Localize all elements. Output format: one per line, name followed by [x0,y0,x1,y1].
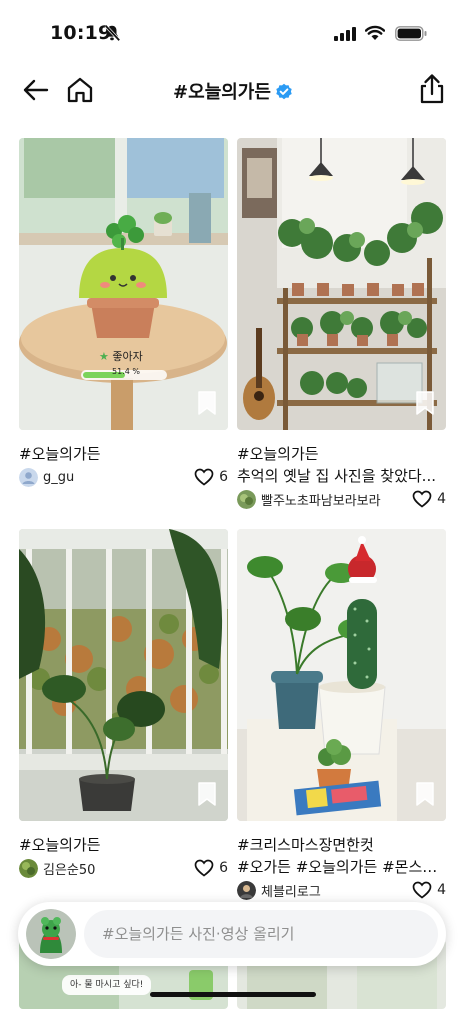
share-icon[interactable] [416,72,448,106]
heart-icon [412,881,432,899]
growth-progress-label: 51.4 % [112,367,140,376]
post-author[interactable]: 빨주노초파남보라보라 [237,490,381,509]
like-button[interactable]: 4 [412,881,446,899]
bookmark-icon[interactable] [196,781,218,807]
author-name: g_gu [43,470,75,485]
avatar [237,490,256,509]
post-tag[interactable]: #오늘의가든 [19,834,101,855]
post-image[interactable] [237,529,446,821]
plant-name-text: 좋아자 [112,350,143,363]
post-image[interactable] [19,529,228,821]
avatar [237,881,256,900]
heart-icon [412,490,432,508]
post-tag[interactable]: #오늘의가든 [237,443,319,464]
post-card[interactable]: ★ 좋아자 51.4 % #오늘의가든 g_gu 6 [19,138,228,498]
post-image[interactable] [237,138,446,430]
like-button[interactable]: 6 [194,859,228,877]
battery-icon [395,26,427,41]
post-author[interactable]: g_gu [19,468,74,487]
plant-name-overlay: ★ 좋아자 [99,348,143,364]
like-count: 6 [219,860,228,876]
bookmark-icon[interactable] [414,781,436,807]
post-card[interactable]: #오늘의가든 김은순50 6 [19,529,228,889]
heart-icon [194,859,214,877]
star-icon: ★ [99,350,109,363]
post-author[interactable]: 체블리로그 [237,881,321,900]
author-name: 빨주노초파남보라보라 [261,494,381,509]
author-name: 체블리로그 [261,885,321,900]
like-count: 4 [437,882,446,898]
post-caption[interactable]: #오가든 #오늘의가든 #몬스테... [237,856,446,877]
home-indicator [150,992,316,997]
post-author[interactable]: 김은순50 [19,859,95,878]
post-image[interactable]: ★ 좋아자 51.4 % [19,138,228,430]
bell-off-icon [104,24,121,42]
speech-bubble: 아- 물 마시고 싶다! [62,975,152,995]
post-tag[interactable]: #크리스마스장면한컷 [237,834,374,855]
like-button[interactable]: 4 [412,490,446,508]
post-tag[interactable]: #오늘의가든 [19,443,101,464]
avatar [19,468,38,487]
bookmark-icon[interactable] [414,390,436,416]
page-title: #오늘의가든 [0,78,466,104]
like-button[interactable]: 6 [194,468,228,486]
like-count: 4 [437,491,446,507]
upload-composer[interactable] [18,902,446,966]
user-avatar[interactable] [26,909,76,959]
author-name: 김은순50 [43,863,96,878]
like-count: 6 [219,469,228,485]
wifi-icon [365,25,385,40]
verified-badge-icon [276,83,292,100]
post-card[interactable]: #크리스마스장면한컷 #오가든 #오늘의가든 #몬스테... 체블리로그 4 [237,529,446,904]
heart-icon [194,468,214,486]
top-nav: #오늘의가든 [0,66,466,116]
avatar [19,859,38,878]
status-bar: 10:19 [0,0,466,66]
post-caption[interactable]: 추억의 옛날 집 사진을 찾았다... [237,465,446,486]
upload-input[interactable] [84,910,438,958]
signal-icon [334,27,356,41]
page-title-text: #오늘의가든 [173,82,271,103]
post-card[interactable]: #오늘의가든 추억의 옛날 집 사진을 찾았다... 빨주노초파남보라보라 4 [237,138,446,513]
bookmark-icon[interactable] [196,390,218,416]
